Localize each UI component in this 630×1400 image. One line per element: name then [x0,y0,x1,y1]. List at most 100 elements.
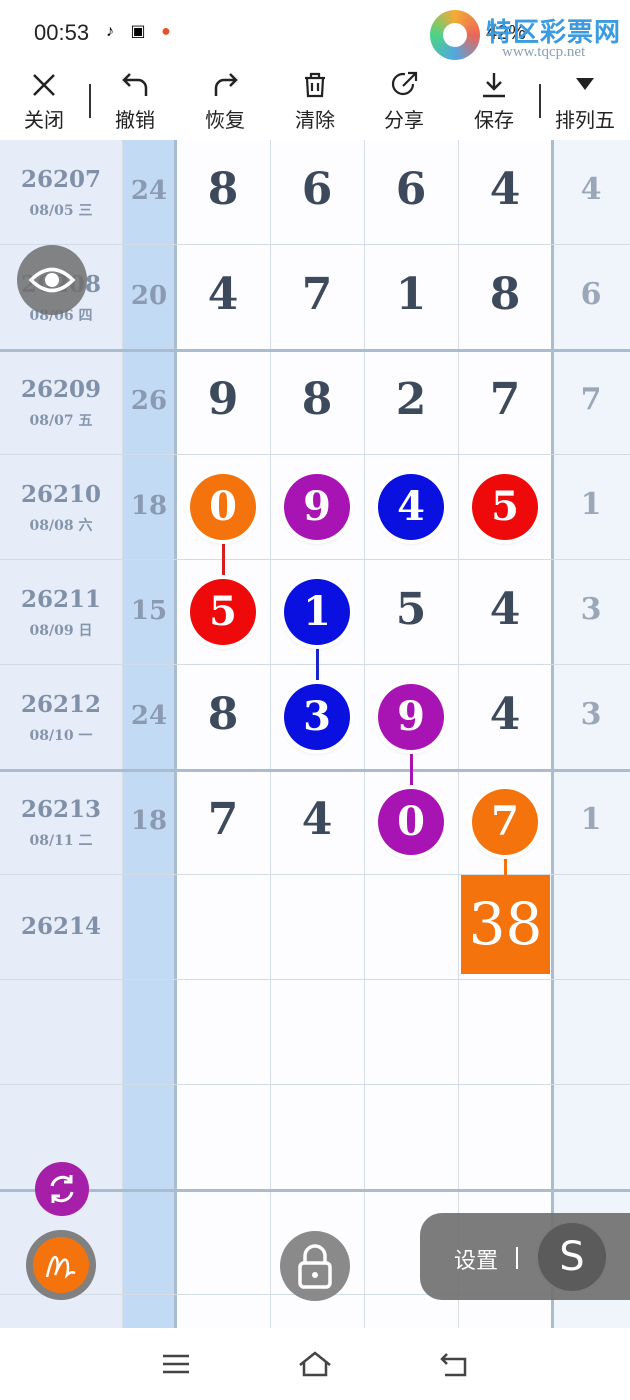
digit-cell[interactable]: 2 [364,374,458,425]
grid-hline [0,979,630,980]
watermark-logo: 特区彩票网 www.tqcp.net [430,10,625,66]
highlighted-digit[interactable]: 4 [378,474,444,540]
draw-date: 08/08 六 [29,518,93,534]
close-icon [33,74,55,96]
trash-icon [305,72,325,98]
app-icon: ▣ [130,23,146,40]
logo-icon [430,10,480,60]
eye-icon [28,267,76,293]
menu-button[interactable] [156,1348,196,1380]
digit-cell[interactable]: 8 [176,164,270,215]
lottery-type-label: 排列五 [555,110,615,132]
digit-cell[interactable]: 1 [364,269,458,320]
status-bar: 00:53 ♪ ▣ ● 42% 特区彩票网 www.tqcp.net [0,0,630,64]
digit-cell[interactable]: 7 [458,374,552,425]
tail-value: 7 [580,382,602,417]
predicted-sum-box: 38 [461,875,550,974]
lock-button[interactable] [280,1231,350,1301]
issue-number: 26213 [20,796,102,823]
highlighted-digit[interactable]: 9 [378,684,444,750]
settings-button[interactable]: 设置 [454,1243,498,1275]
draw-date: 08/05 三 [29,203,93,219]
share-icon [391,71,418,96]
home-button[interactable] [295,1348,335,1380]
status-time: 00:53 [34,20,90,45]
clear-label: 清除 [295,110,335,132]
digit-cell[interactable]: 6 [270,164,364,215]
tail-column [552,140,630,1328]
trend-chart-grid[interactable]: 2620708/05 三24866442620808/06 四204718626… [0,140,630,1328]
issue-number: 26210 [20,481,102,508]
grid-hline-thick [0,1189,630,1192]
highlighted-digit[interactable]: 5 [472,474,538,540]
grid-hline [0,454,630,455]
draw-date: 08/07 五 [29,413,93,429]
sum-value: 24 [130,701,168,731]
sum-value: 18 [130,806,168,836]
system-nav-bar [0,1328,630,1400]
highlighted-digit[interactable]: 9 [284,474,350,540]
clear-button[interactable]: 清除 [280,64,350,140]
tail-value: 4 [580,172,602,207]
undo-button[interactable]: 撤销 [100,64,170,140]
back-icon [440,1353,467,1377]
tail-value: 6 [580,277,602,312]
redo-button[interactable]: 恢复 [190,64,260,140]
back-button[interactable] [435,1348,475,1380]
digit-cell[interactable]: 4 [458,164,552,215]
digit-cell[interactable]: 6 [364,164,458,215]
draw-date: 08/11 二 [29,833,93,849]
watermark-url: www.tqcp.net [502,44,586,60]
sum-value: 24 [130,176,168,206]
save-button[interactable]: 保存 [459,64,529,140]
share-label: 分享 [384,110,424,132]
share-button[interactable]: 分享 [369,64,439,140]
save-label: 保存 [474,110,514,132]
digit-cell[interactable]: 4 [176,269,270,320]
tail-value: 3 [580,592,602,627]
undo-icon [122,73,148,96]
highlighted-digit[interactable]: 5 [190,579,256,645]
status-icons: ♪ ▣ ● [100,22,176,42]
highlighted-digit[interactable]: 1 [284,579,350,645]
pen-scribble-icon [45,1255,76,1280]
highlighted-digit[interactable]: 0 [378,789,444,855]
draw-button[interactable] [26,1230,96,1300]
digit-cell[interactable]: 8 [270,374,364,425]
settings-panel[interactable]: 设置 S [420,1213,630,1300]
sum-value: 26 [130,386,168,416]
digit-cell[interactable]: 9 [176,374,270,425]
settings-s-button[interactable]: S [536,1221,608,1293]
digit-cell[interactable]: 4 [458,689,552,740]
highlighted-digit[interactable]: 7 [472,789,538,855]
game-icon: ● [161,23,171,40]
digit-cell[interactable]: 4 [270,794,364,845]
tail-value: 3 [580,697,602,732]
toolbar: 关闭 撤销 恢复 清除 分享 保存 排列五 [0,64,630,140]
issue-number: 26209 [20,376,102,403]
digit-cell[interactable]: 7 [176,794,270,845]
sync-button[interactable] [35,1162,89,1216]
sum-value: 18 [130,491,168,521]
digit-cell[interactable]: 5 [364,584,458,635]
digit-cell[interactable]: 7 [270,269,364,320]
digit-cell[interactable]: 8 [176,689,270,740]
connector-line [315,646,319,680]
grid-hline [0,559,630,560]
highlighted-digit[interactable]: 0 [190,474,256,540]
connector-line [221,541,225,575]
highlighted-digit[interactable]: 3 [284,684,350,750]
grid-hline-thick [0,349,630,352]
digit-cell[interactable]: 8 [458,269,552,320]
grid-hline [0,1084,630,1085]
close-button[interactable]: 关闭 [9,64,79,140]
issue-number: 26211 [20,586,102,613]
redo-label: 恢复 [205,110,245,132]
triangle-down-icon [576,78,594,90]
lottery-type-dropdown[interactable]: 排列五 [550,64,620,140]
visibility-toggle-button[interactable] [17,245,87,315]
tail-value: 1 [580,802,602,837]
undo-label: 撤销 [115,110,155,132]
sum-column [122,140,176,1328]
digit-cell[interactable]: 4 [458,584,552,635]
